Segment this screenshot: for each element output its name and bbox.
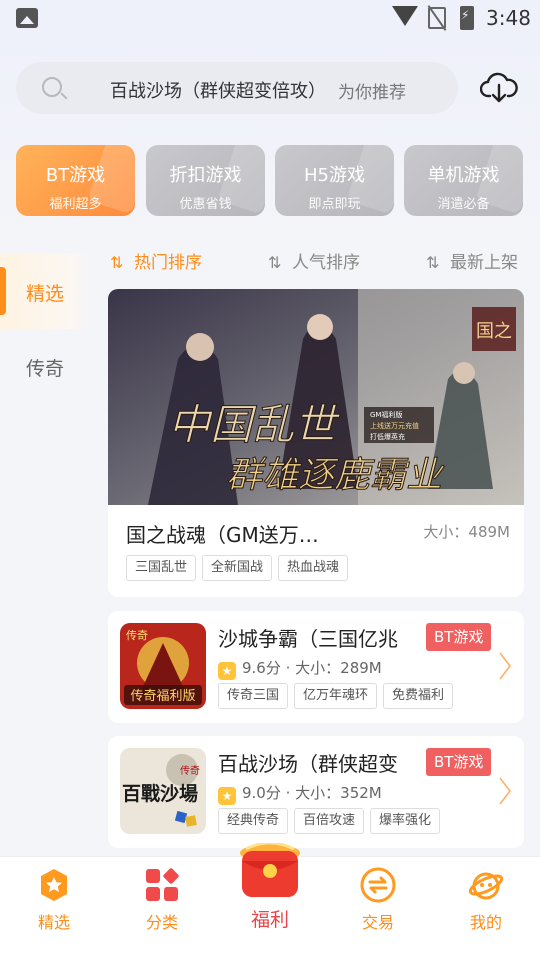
featured-banner-image: 国之 中国乱世 群雄逐鹿霸业 GM福利版 上线送万元充值 打低爆英充 [108,289,524,505]
game-icon-top-text: 传奇 [180,764,200,777]
bottom-nav-label: 精选 [37,913,70,932]
no-sim-icon [428,7,446,29]
active-indicator [0,267,6,315]
sort-icon: ⇅ [110,253,124,272]
left-nav-legend[interactable]: 传奇 [0,328,92,404]
category-title: H5游戏 [304,165,365,186]
category-title: BT游戏 [45,165,106,186]
bottom-nav-welfare[interactable]: 福利 [216,843,324,960]
status-time: 3:48 [486,6,531,30]
banner-logo: 国之 [476,321,512,342]
banner-note-1: GM福利版 [370,410,402,419]
bottom-nav-label: 我的 [469,913,502,932]
category-subtitle: 优惠省钱 [179,197,232,212]
game-rating: 9.6分 [242,659,281,677]
game-icon-text: 传奇福利版 [130,688,195,704]
category-single-games[interactable]: 单机游戏 消遣必备 [404,145,523,216]
game-tag: 经典传奇 [218,808,289,834]
category-discount-games[interactable]: 折扣游戏 优惠省钱 [146,145,265,216]
search-bar[interactable]: 百战沙场（群侠超变倍攻） 为你推荐 [16,62,458,114]
bottom-nav-trade[interactable]: 交易 [324,857,432,960]
game-icon: 传奇 百戰沙場 [120,748,206,834]
category-subtitle: 消遣必备 [437,197,490,212]
status-bar: 3:48 [0,0,540,40]
sort-tab-newest[interactable]: ⇅ 最新上架 [426,248,518,274]
banner-note-2: 上线送万元充值 [370,421,419,430]
game-tag: 百倍攻速 [294,808,365,834]
star-badge-icon [41,869,67,901]
category-grid-icon [146,868,179,901]
game-meta: ★ 9.6分 · 大小：289M [218,657,382,680]
sort-icon: ⇅ [268,253,282,272]
battery-charging-icon [460,6,474,30]
featured-game-size: 大小：489M [423,523,510,541]
bottom-nav-label: 交易 [361,913,394,932]
game-tag: 传奇三国 [218,683,289,709]
game-icon: 传奇 传奇福利版 [120,623,206,709]
featured-game-name: 国之战魂（GM送万… [126,523,319,547]
category-subtitle: 即点即玩 [308,197,361,212]
banner-headline-2: 群雄逐鹿霸业 [226,455,445,496]
search-hint: 为你推荐 [338,83,406,103]
sort-tab-label: 热门排序 [134,253,202,273]
game-tag: 全新国战 [202,555,273,581]
game-tag: 三国乱世 [126,555,197,581]
exchange-icon [360,867,396,903]
category-subtitle: 福利超多 [49,197,102,212]
banner-note-3: 打低爆英充 [370,432,405,441]
star-icon: ★ [218,662,236,680]
red-envelope-icon [240,843,300,897]
cloud-download-icon [479,72,518,103]
bt-game-badge: BT游戏 [426,748,492,776]
game-name: 沙城争霸（三国亿兆 [218,627,398,651]
sort-tab-label: 人气排序 [292,253,360,273]
planet-profile-icon [468,872,504,900]
sort-tab-popular[interactable]: ⇅ 人气排序 [268,248,360,274]
bottom-nav-mine[interactable]: 我的 [432,857,540,960]
game-tag: 亿万年魂环 [294,683,378,709]
bottom-navigation: 精选 分类 福利 交易 我的 [0,843,540,960]
game-size: 大小：352M [295,784,382,802]
game-tag: 热血战魂 [278,555,349,581]
bottom-nav-label: 分类 [145,913,178,932]
star-icon: ★ [218,787,236,805]
bottom-nav-category[interactable]: 分类 [108,857,216,960]
gallery-notification-icon [16,8,38,28]
download-button[interactable] [479,70,518,106]
search-query: 百战沙场（群侠超变倍攻） [110,81,326,102]
game-list-item[interactable]: 传奇 百戰沙場 百战沙场（群侠超变 BT游戏 ★ 9.0分 · 大小：352M 经… [108,736,524,848]
game-tag: 免费福利 [383,683,454,709]
game-icon-top-text: 传奇 [126,629,148,642]
category-title: 单机游戏 [427,165,500,186]
bt-game-badge: BT游戏 [426,623,492,651]
category-title: 折扣游戏 [169,165,242,186]
chevron-right-icon [499,652,512,680]
game-tags: 经典传奇 百倍攻速 爆率强化 [218,808,446,834]
banner-headline-1: 中国乱世 [168,400,341,449]
featured-tags: 三国乱世 全新国战 热血战魂 [126,555,354,581]
search-icon [42,77,62,97]
category-bt-games[interactable]: BT游戏 福利超多 [16,145,135,216]
bottom-nav-featured[interactable]: 精选 [0,857,108,960]
game-tags: 传奇三国 亿万年魂环 免费福利 [218,683,459,709]
game-tag: 爆率强化 [370,808,441,834]
game-size: 大小：289M [295,659,382,677]
featured-game-card[interactable]: 国之 中国乱世 群雄逐鹿霸业 GM福利版 上线送万元充值 打低爆英充 国之战魂（… [108,289,524,597]
chevron-right-icon [499,777,512,805]
left-nav-label: 精选 [26,283,65,305]
category-h5-games[interactable]: H5游戏 即点即玩 [275,145,394,216]
sort-tab-label: 最新上架 [450,253,518,273]
bottom-nav-label: 福利 [250,909,289,931]
game-rating: 9.0分 [242,784,281,802]
game-list-item[interactable]: 传奇 传奇福利版 沙城争霸（三国亿兆 BT游戏 ★ 9.6分 · 大小：289M … [108,611,524,723]
game-icon-text: 百戰沙場 [122,783,198,805]
game-meta: ★ 9.0分 · 大小：352M [218,782,382,805]
left-nav-featured[interactable]: 精选 [0,253,92,329]
sort-tab-hot[interactable]: ⇅ 热门排序 [110,248,202,274]
left-nav-label: 传奇 [26,358,65,380]
sort-icon: ⇅ [426,253,440,272]
game-name: 百战沙场（群侠超变 [218,752,398,776]
wifi-icon [392,6,418,26]
